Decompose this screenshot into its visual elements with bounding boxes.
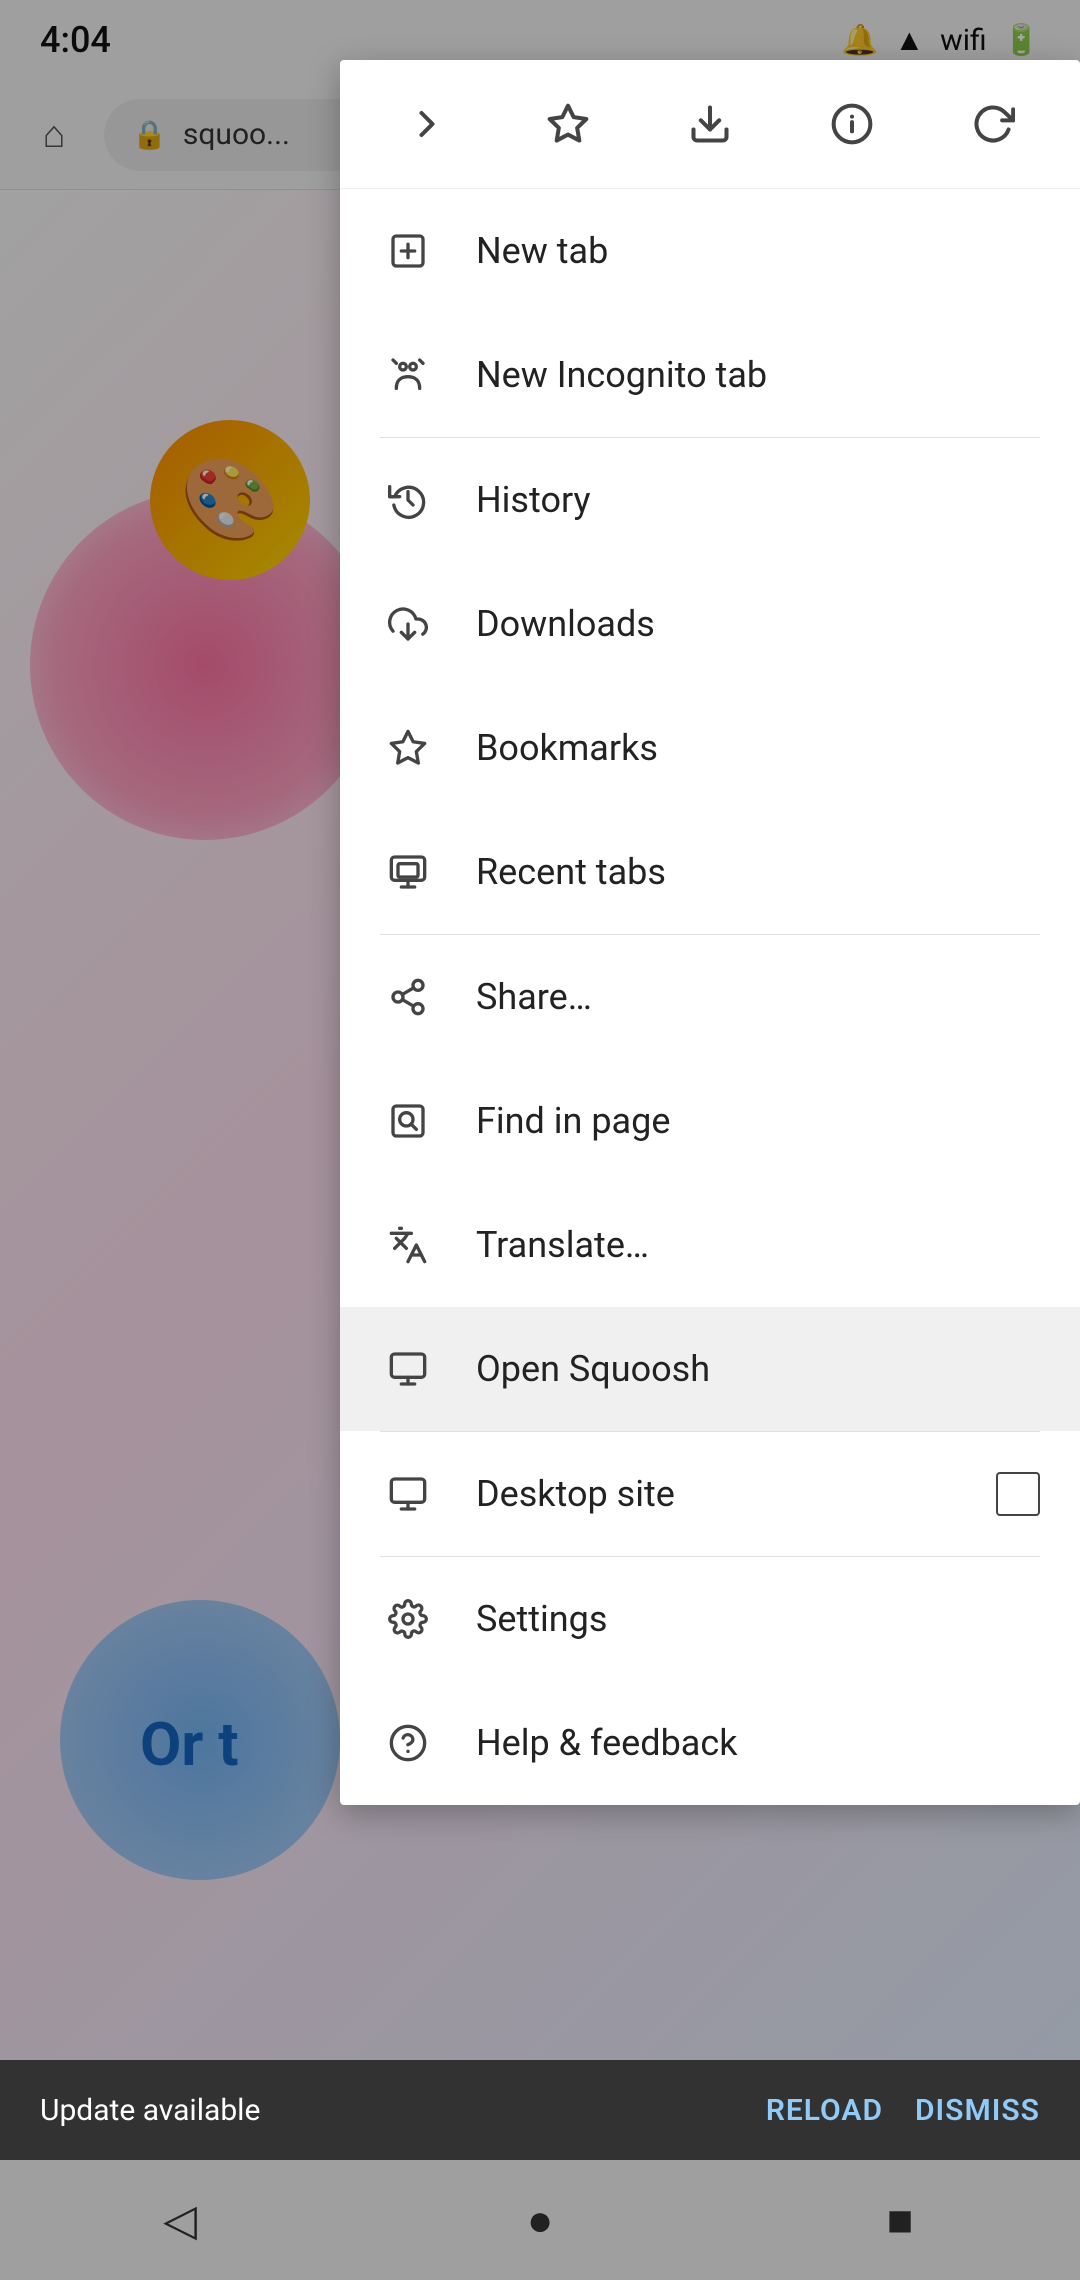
desktop-icon	[380, 1466, 436, 1522]
update-actions: RELOAD DISMISS	[766, 2093, 1040, 2128]
bookmarks-label: Bookmarks	[476, 727, 1040, 769]
menu-item-new-tab[interactable]: New tab	[340, 189, 1080, 313]
menu-item-bookmarks[interactable]: Bookmarks	[340, 686, 1080, 810]
update-banner: Update available RELOAD DISMISS	[0, 2060, 1080, 2160]
menu-item-new-incognito-tab[interactable]: New Incognito tab	[340, 313, 1080, 437]
update-text: Update available	[40, 2093, 260, 2128]
menu-item-settings[interactable]: Settings	[340, 1557, 1080, 1681]
find-in-page-label: Find in page	[476, 1100, 1040, 1142]
menu-item-open-squoosh[interactable]: Open Squoosh	[340, 1307, 1080, 1431]
bookmarks-icon	[380, 720, 436, 776]
translate-label: Translate…	[476, 1224, 1040, 1266]
find-in-page-icon	[380, 1093, 436, 1149]
menu-item-history[interactable]: History	[340, 438, 1080, 562]
share-label: Share…	[476, 976, 1040, 1018]
reload-button[interactable]: RELOAD	[766, 2093, 883, 2128]
help-feedback-label: Help & feedback	[476, 1722, 1040, 1764]
incognito-icon	[380, 347, 436, 403]
new-tab-icon	[380, 223, 436, 279]
downloads-label: Downloads	[476, 603, 1040, 645]
download-button[interactable]	[670, 84, 750, 164]
menu-item-downloads[interactable]: Downloads	[340, 562, 1080, 686]
recent-tabs-icon	[380, 844, 436, 900]
menu-item-help-feedback[interactable]: Help & feedback	[340, 1681, 1080, 1805]
refresh-button[interactable]	[953, 84, 1033, 164]
forward-button[interactable]	[387, 84, 467, 164]
history-icon	[380, 472, 436, 528]
settings-icon	[380, 1591, 436, 1647]
translate-icon	[380, 1217, 436, 1273]
info-button[interactable]	[812, 84, 892, 164]
dismiss-button[interactable]: DISMISS	[915, 2093, 1040, 2128]
share-icon	[380, 969, 436, 1025]
menu-item-share[interactable]: Share…	[340, 935, 1080, 1059]
desktop-site-checkbox[interactable]	[996, 1472, 1040, 1516]
menu-item-recent-tabs[interactable]: Recent tabs	[340, 810, 1080, 934]
downloads-icon	[380, 596, 436, 652]
recent-tabs-label: Recent tabs	[476, 851, 1040, 893]
bookmark-button[interactable]	[528, 84, 608, 164]
menu-item-translate[interactable]: Translate…	[340, 1183, 1080, 1307]
open-app-icon	[380, 1341, 436, 1397]
new-incognito-tab-label: New Incognito tab	[476, 354, 1040, 396]
history-label: History	[476, 479, 1040, 521]
open-squoosh-label: Open Squoosh	[476, 1348, 1040, 1390]
menu-item-find-in-page[interactable]: Find in page	[340, 1059, 1080, 1183]
help-icon	[380, 1715, 436, 1771]
desktop-site-label: Desktop site	[476, 1473, 956, 1515]
dropdown-menu: New tab New Incognito tab History Downlo…	[340, 60, 1080, 1805]
menu-toolbar	[340, 60, 1080, 189]
new-tab-label: New tab	[476, 230, 1040, 272]
settings-label: Settings	[476, 1598, 1040, 1640]
menu-item-desktop-site[interactable]: Desktop site	[340, 1432, 1080, 1556]
